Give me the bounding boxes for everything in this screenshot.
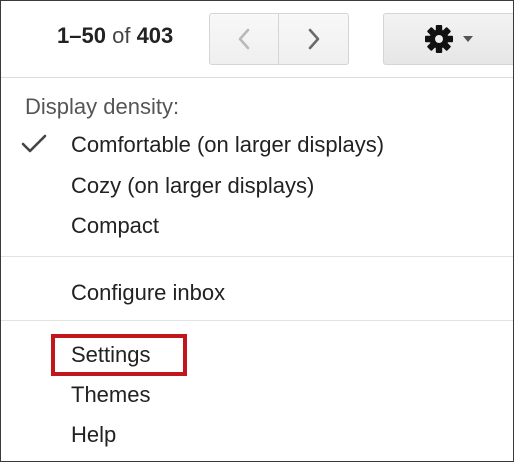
help-item[interactable]: Help <box>71 421 116 449</box>
older-button[interactable] <box>278 13 349 65</box>
settings-gear-button[interactable] <box>383 13 513 65</box>
chevron-left-icon <box>238 28 250 50</box>
menu-divider <box>1 256 513 257</box>
configure-inbox-item[interactable]: Configure inbox <box>71 279 225 307</box>
count-of: of <box>112 23 131 48</box>
caret-down-icon <box>462 36 473 42</box>
density-compact[interactable]: Compact <box>71 212 159 240</box>
themes-item[interactable]: Themes <box>71 381 150 409</box>
density-header: Display density: <box>25 94 180 119</box>
gmail-settings-panel: 1–50 of 403 Display density: Comfortable… <box>0 0 514 462</box>
count-range: 1–50 <box>57 23 106 48</box>
density-comfortable[interactable]: Comfortable (on larger displays) <box>71 131 384 159</box>
density-cozy[interactable]: Cozy (on larger displays) <box>71 172 314 200</box>
gear-icon <box>424 25 453 53</box>
settings-item[interactable]: Settings <box>71 341 151 369</box>
toolbar: 1–50 of 403 <box>1 1 513 77</box>
message-count: 1–50 of 403 <box>57 23 173 49</box>
newer-button[interactable] <box>209 13 279 65</box>
count-total: 403 <box>136 23 174 48</box>
checkmark-icon <box>21 134 47 153</box>
chevron-right-icon <box>308 28 319 50</box>
menu-divider <box>1 320 513 321</box>
